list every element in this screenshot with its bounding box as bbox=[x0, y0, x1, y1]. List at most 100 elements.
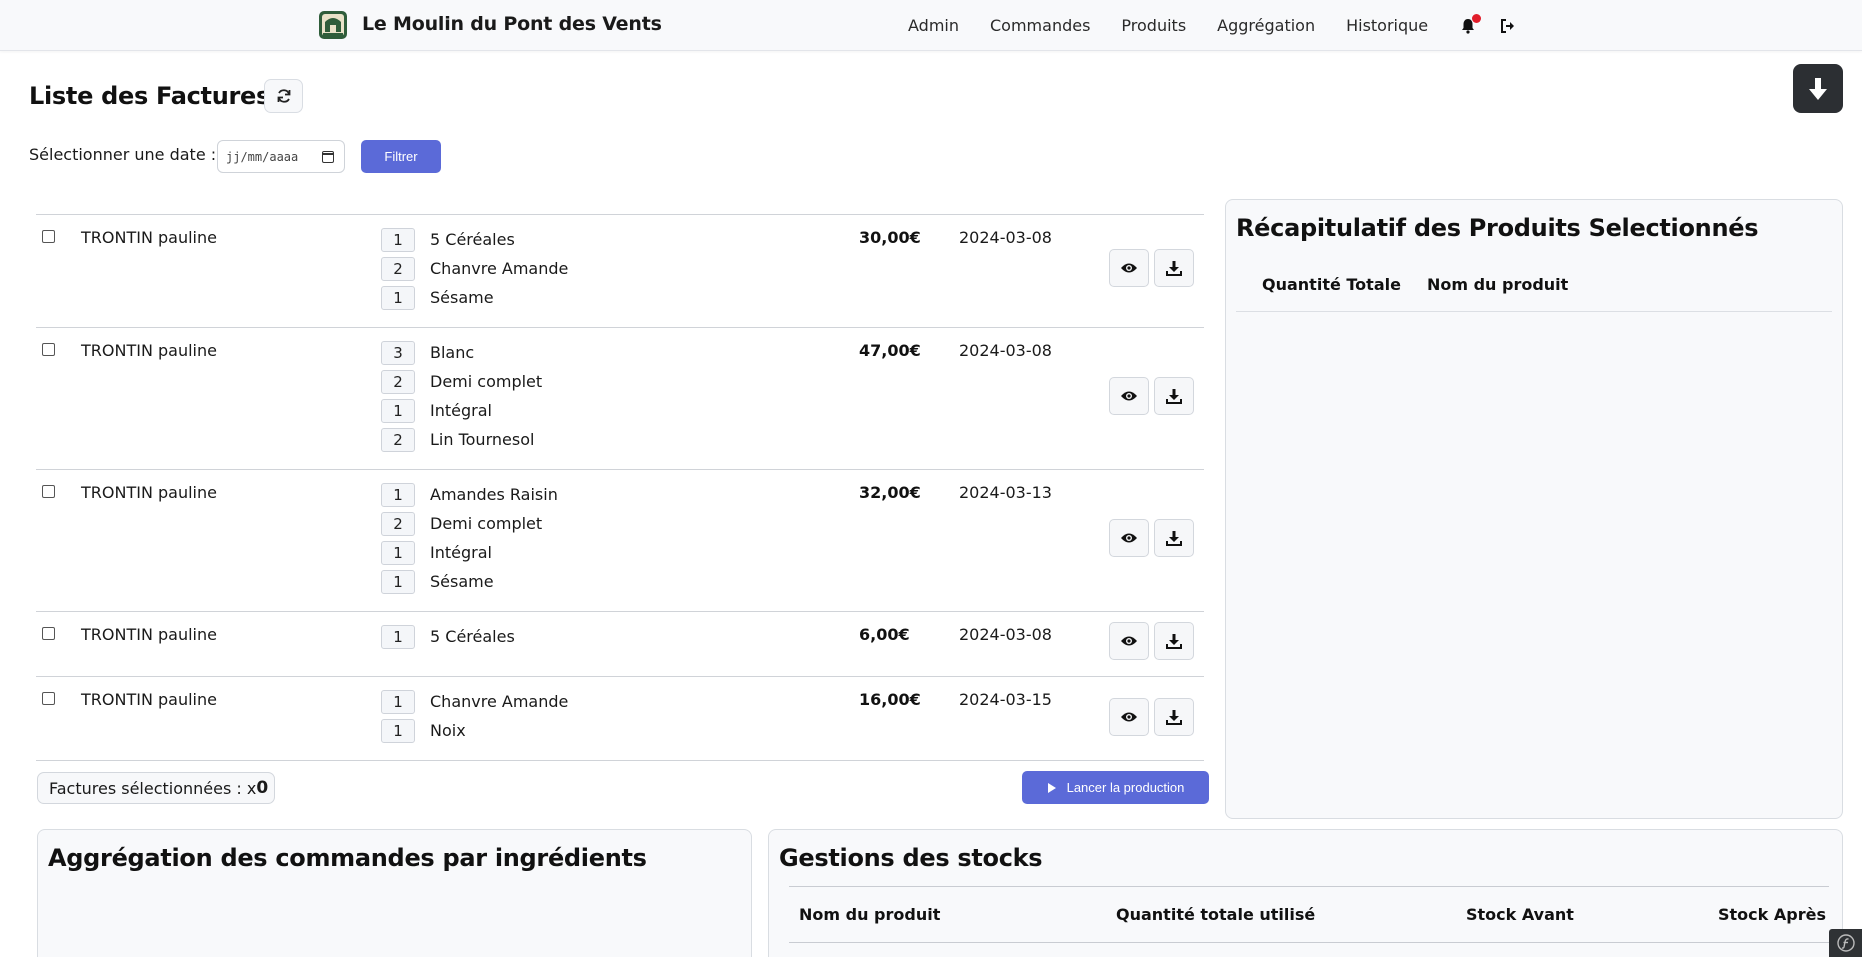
invoice-item: 1 Noix bbox=[381, 716, 568, 745]
invoice-row: TRONTIN pauline 1 Amandes Raisin 2 Demi co… bbox=[36, 470, 1204, 612]
download-invoice-button[interactable] bbox=[1154, 249, 1194, 287]
download-icon bbox=[1166, 531, 1182, 546]
bell-icon[interactable] bbox=[1459, 13, 1482, 35]
brand[interactable]: Le Moulin du Pont des Vents bbox=[318, 8, 662, 40]
item-qty: 1 bbox=[381, 540, 415, 565]
invoice-row: TRONTIN pauline 1 Chanvre Amande 1 Noix 16… bbox=[36, 677, 1204, 761]
calendar-icon[interactable] bbox=[322, 151, 334, 163]
invoice-checkbox[interactable] bbox=[42, 343, 55, 356]
download-invoice-button[interactable] bbox=[1154, 519, 1194, 557]
item-qty: 1 bbox=[381, 689, 415, 714]
eye-icon bbox=[1121, 636, 1137, 646]
stock-panel: Gestions des stocks Nom du produit Quant… bbox=[768, 829, 1843, 957]
invoice-client: TRONTIN pauline bbox=[81, 625, 217, 644]
date-label: Sélectionner une date : bbox=[29, 145, 217, 164]
arrow-down-icon bbox=[1809, 77, 1827, 100]
invoice-date: 2024-03-08 bbox=[959, 341, 1052, 360]
selected-label: Factures sélectionnées : x bbox=[49, 778, 257, 798]
invoice-row: TRONTIN pauline 3 Blanc 2 Demi complet 1 In… bbox=[36, 328, 1204, 470]
eye-icon bbox=[1121, 391, 1137, 401]
item-qty: 3 bbox=[381, 340, 415, 365]
invoice-date: 2024-03-15 bbox=[959, 690, 1052, 709]
invoice-total: 6,00€ bbox=[859, 625, 910, 644]
invoice-client: TRONTIN pauline bbox=[81, 341, 217, 360]
invoice-list: TRONTIN pauline 1 5 Céréales 2 Chanvre Ama… bbox=[36, 214, 1204, 761]
nav-aggregation[interactable]: Aggrégation bbox=[1217, 16, 1315, 35]
invoice-items: 1 Amandes Raisin 2 Demi complet 1 Intégral … bbox=[381, 480, 558, 596]
item-qty: 2 bbox=[381, 369, 415, 394]
refresh-button[interactable] bbox=[264, 79, 303, 113]
recap-col-qty: Quantité Totale bbox=[1262, 275, 1401, 294]
invoice-item: 2 Demi complet bbox=[381, 367, 542, 396]
invoice-date: 2024-03-13 bbox=[959, 483, 1052, 502]
invoice-items: 1 5 Céréales 2 Chanvre Amande 1 Sésame bbox=[381, 225, 568, 312]
invoice-items: 1 Chanvre Amande 1 Noix bbox=[381, 687, 568, 745]
date-input[interactable]: jj/mm/aaaa bbox=[217, 140, 345, 173]
item-name: 5 Céréales bbox=[430, 230, 515, 249]
item-qty: 2 bbox=[381, 511, 415, 536]
stock-col-before: Stock Avant bbox=[1466, 905, 1574, 924]
item-name: Chanvre Amande bbox=[430, 259, 569, 278]
invoice-date: 2024-03-08 bbox=[959, 625, 1052, 644]
item-name: Demi complet bbox=[430, 372, 543, 391]
invoice-client: TRONTIN pauline bbox=[81, 228, 217, 247]
main-nav: Admin Commandes Produits Aggrégation His… bbox=[908, 0, 1539, 51]
invoice-total: 30,00€ bbox=[859, 228, 921, 247]
view-invoice-button[interactable] bbox=[1109, 377, 1149, 415]
view-invoice-button[interactable] bbox=[1109, 519, 1149, 557]
nav-historique[interactable]: Historique bbox=[1346, 16, 1428, 35]
brand-name: Le Moulin du Pont des Vents bbox=[362, 13, 662, 35]
filter-button[interactable]: Filtrer bbox=[361, 140, 441, 173]
stock-title: Gestions des stocks bbox=[779, 844, 1043, 872]
invoice-date: 2024-03-08 bbox=[959, 228, 1052, 247]
invoice-checkbox[interactable] bbox=[42, 627, 55, 640]
nav-commandes[interactable]: Commandes bbox=[990, 16, 1090, 35]
item-qty: 1 bbox=[381, 398, 415, 423]
download-all-button[interactable] bbox=[1793, 64, 1843, 113]
recap-title: Récapitulatif des Produits Selectionnés bbox=[1236, 214, 1759, 242]
invoice-checkbox[interactable] bbox=[42, 692, 55, 705]
item-name: Chanvre Amande bbox=[430, 692, 569, 711]
invoice-item: 2 Lin Tournesol bbox=[381, 425, 542, 454]
item-name: Blanc bbox=[430, 343, 475, 362]
invoice-row: TRONTIN pauline 1 5 Céréales 6,00€ 2024-0… bbox=[36, 612, 1204, 677]
download-icon bbox=[1166, 261, 1182, 276]
invoice-items: 3 Blanc 2 Demi complet 1 Intégral 2 Lin Tour… bbox=[381, 338, 542, 454]
invoice-total: 16,00€ bbox=[859, 690, 921, 709]
notification-dot bbox=[1472, 13, 1482, 23]
invoice-total: 32,00€ bbox=[859, 483, 921, 502]
invoice-item: 1 Intégral bbox=[381, 538, 558, 567]
item-qty: 1 bbox=[381, 569, 415, 594]
invoice-item: 1 Amandes Raisin bbox=[381, 480, 558, 509]
aggregation-title: Aggrégation des commandes par ingrédient… bbox=[48, 844, 647, 872]
download-icon bbox=[1166, 710, 1182, 725]
invoice-checkbox[interactable] bbox=[42, 230, 55, 243]
download-invoice-button[interactable] bbox=[1154, 377, 1194, 415]
invoice-row: TRONTIN pauline 1 5 Céréales 2 Chanvre Ama… bbox=[36, 215, 1204, 328]
view-invoice-button[interactable] bbox=[1109, 622, 1149, 660]
nav-admin[interactable]: Admin bbox=[908, 16, 959, 35]
view-invoice-button[interactable] bbox=[1109, 698, 1149, 736]
item-name: Noix bbox=[430, 721, 466, 740]
invoice-item: 1 5 Céréales bbox=[381, 225, 568, 254]
item-qty: 1 bbox=[381, 624, 415, 649]
navbar: Le Moulin du Pont des Vents Admin Comman… bbox=[0, 0, 1862, 51]
item-qty: 2 bbox=[381, 427, 415, 452]
invoice-item: 1 Intégral bbox=[381, 396, 542, 425]
mill-logo-icon bbox=[319, 11, 347, 39]
launch-production-button[interactable]: Lancer la production bbox=[1022, 771, 1209, 804]
refresh-icon bbox=[277, 89, 290, 103]
invoice-checkbox[interactable] bbox=[42, 485, 55, 498]
symfony-toolbar-icon[interactable] bbox=[1829, 929, 1862, 957]
stock-col-name: Nom du produit bbox=[799, 905, 941, 924]
view-invoice-button[interactable] bbox=[1109, 249, 1149, 287]
stock-col-used: Quantité totale utilisé bbox=[1116, 905, 1316, 924]
logout-icon[interactable] bbox=[1499, 17, 1517, 35]
download-invoice-button[interactable] bbox=[1154, 622, 1194, 660]
download-invoice-button[interactable] bbox=[1154, 698, 1194, 736]
date-placeholder: jj/mm/aaaa bbox=[226, 149, 299, 164]
download-icon bbox=[1166, 634, 1182, 649]
invoice-item: 1 Sésame bbox=[381, 283, 568, 312]
nav-produits[interactable]: Produits bbox=[1121, 16, 1186, 35]
launch-label: Lancer la production bbox=[1066, 780, 1185, 795]
